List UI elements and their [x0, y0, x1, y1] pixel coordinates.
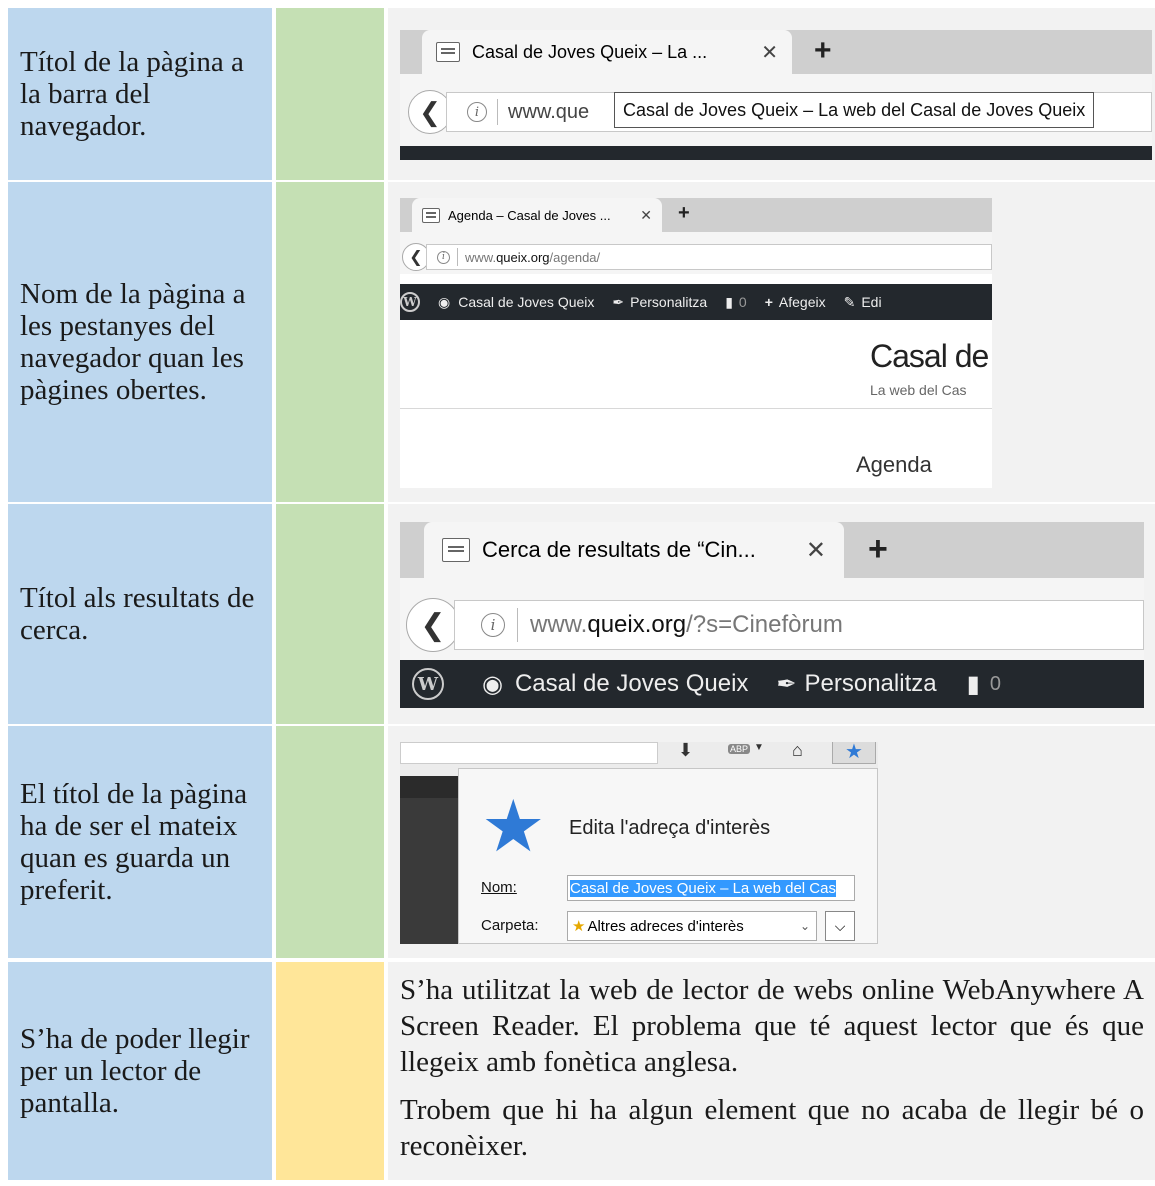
- info-icon: i: [481, 613, 505, 637]
- name-input[interactable]: Casal de Joves Queix – La web del Cas: [567, 875, 855, 901]
- wordpress-icon[interactable]: W: [412, 668, 444, 700]
- row2-tab-title: Agenda – Casal de Joves ...: [448, 207, 611, 223]
- chevron-down-icon[interactable]: ▼: [754, 742, 764, 753]
- wp-comments-count[interactable]: 0: [739, 294, 747, 310]
- row3-label: Títol als resultats de cerca.: [20, 582, 255, 646]
- edit-bookmark-dialog: ★ Edita l'adreça d'interès Nom: Casal de…: [458, 768, 878, 944]
- toolbar-search-field[interactable]: [400, 742, 658, 764]
- back-arrow-icon[interactable]: ❮: [406, 598, 460, 652]
- name-label: Nom:: [481, 879, 517, 896]
- dashboard-icon: ◉: [482, 670, 503, 698]
- wp-site-name[interactable]: Casal de Joves Queix: [515, 670, 748, 698]
- header-divider: [400, 408, 992, 409]
- row2-tab[interactable]: Agenda – Casal de Joves ... ✕: [412, 198, 662, 232]
- adblock-icon[interactable]: ABP: [728, 744, 751, 754]
- close-tab-icon[interactable]: ✕: [806, 536, 826, 565]
- new-tab-icon[interactable]: +: [678, 202, 690, 225]
- tooltip-text: Casal de Joves Queix – La web del Casal …: [623, 99, 1086, 120]
- row2-wp-admin-bar: W ◉ Casal de Joves Queix ✒ Personalitza …: [400, 284, 992, 320]
- info-icon: i: [437, 250, 450, 264]
- row5-paragraph-1: S’ha utilitzat la web de lector de webs …: [400, 974, 1144, 1078]
- new-tab-icon[interactable]: +: [814, 34, 832, 68]
- new-tab-icon[interactable]: +: [868, 530, 888, 569]
- row4-label: El títol de la pàgina ha de ser el matei…: [20, 778, 248, 906]
- row3-browser-screenshot: Cerca de resultats de “Cin... ✕ + ❮ i ww…: [400, 522, 1144, 708]
- row2-label-cell: Nom de la pàgina a les pestanyes del nav…: [8, 182, 272, 502]
- row1-status-cell: [276, 8, 384, 180]
- page-heading: Agenda: [856, 452, 932, 477]
- row1-title-tooltip: Casal de Joves Queix – La web del Casal …: [614, 92, 1095, 128]
- row1-label-cell: Títol de la pàgina a la barra del navega…: [8, 8, 272, 180]
- download-arrow-icon[interactable]: ⬇: [678, 742, 693, 761]
- wp-customize[interactable]: Personalitza: [630, 294, 707, 310]
- wp-site-name[interactable]: Casal de Joves Queix: [458, 294, 594, 310]
- site-favicon-icon: [442, 538, 470, 562]
- row3-url-field[interactable]: i www. queix.org/?s=Cinefòrum: [454, 600, 1144, 650]
- site-title[interactable]: Casal de Jo: [870, 338, 992, 375]
- row4-bookmark-screenshot: ⬇ ABP ▼ ⌂ ★ ★ Edita l'adreça d'interès N…: [400, 742, 878, 944]
- home-icon[interactable]: ⌂: [792, 742, 803, 761]
- row1-browser-screenshot: Casal de Joves Queix – La ... ✕ + ❮ i ww…: [400, 30, 1152, 160]
- row5-status-cell: [276, 962, 384, 1180]
- row3-wp-admin-bar: W ◉ Casal de Joves Queix ✒ Personalitza …: [400, 660, 1144, 708]
- row3-label-cell: Títol als resultats de cerca.: [8, 504, 272, 724]
- expand-folders-button[interactable]: ⌵: [825, 911, 855, 941]
- comment-icon: ▮: [966, 670, 980, 698]
- url-path: /agenda/: [549, 249, 601, 265]
- folder-label: Carpeta:: [481, 917, 539, 934]
- row2-status-cell: [276, 182, 384, 502]
- row3-tab[interactable]: Cerca de resultats de “Cin... ✕: [424, 522, 844, 578]
- site-favicon-icon: [436, 42, 460, 62]
- row5-description: S’ha utilitzat la web de lector de webs …: [400, 972, 1144, 1176]
- brush-icon: ✒: [776, 670, 797, 698]
- url-domain: queix.org: [496, 249, 550, 265]
- url-prefix: www.: [465, 249, 497, 265]
- url-prefix: www.: [530, 611, 588, 638]
- row1-tab[interactable]: Casal de Joves Queix – La ... ✕: [422, 30, 792, 74]
- url-domain: queix.org: [587, 611, 687, 638]
- dashboard-icon: ◉: [438, 293, 451, 310]
- pencil-icon: ✎: [843, 293, 856, 310]
- row5-paragraph-2: Trobem que hi ha algun element que no ac…: [400, 1094, 1144, 1162]
- url-path: /?s=Cinefòrum: [686, 611, 843, 638]
- close-tab-icon[interactable]: ✕: [640, 207, 652, 224]
- comment-icon: ▮: [725, 293, 733, 310]
- wp-customize[interactable]: Personalitza: [805, 670, 937, 698]
- star-icon[interactable]: ★: [832, 742, 876, 764]
- chevron-down-icon: ⌄: [799, 919, 810, 933]
- row1-label: Títol de la pàgina a la barra del navega…: [20, 46, 244, 142]
- row5-label-cell: S’ha de poder llegir per un lector de pa…: [8, 962, 272, 1180]
- folder-select-value: Altres adreces d'interès: [587, 917, 744, 935]
- add-icon: +: [764, 294, 773, 310]
- wp-add-new[interactable]: Afegeix: [779, 294, 826, 310]
- wp-comments-count[interactable]: 0: [990, 673, 1001, 696]
- row4-label-cell: El títol de la pàgina ha de ser el matei…: [8, 726, 272, 958]
- row2-url-field[interactable]: i www. queix.org/agenda/: [426, 244, 992, 270]
- row3-status-cell: [276, 504, 384, 724]
- row2-label: Nom de la pàgina a les pestanyes del nav…: [20, 278, 246, 406]
- wordpress-icon[interactable]: W: [400, 292, 420, 312]
- row4-status-cell: [276, 726, 384, 958]
- row2-browser-screenshot: Agenda – Casal de Joves ... ✕ + ❮ i www.…: [400, 198, 992, 488]
- wp-edit[interactable]: Edi: [861, 294, 881, 310]
- site-tagline: La web del Cas: [870, 382, 967, 398]
- folder-select[interactable]: ★ Altres adreces d'interès ⌄: [567, 911, 817, 941]
- row1-tab-title: Casal de Joves Queix – La ...: [472, 41, 708, 62]
- dialog-title: Edita l'adreça d'interès: [569, 817, 771, 839]
- row1-url-text: www.que: [508, 100, 590, 123]
- row5-label: S’ha de poder llegir per un lector de pa…: [20, 1023, 250, 1119]
- site-favicon-icon: [422, 207, 440, 223]
- folder-icon: ★: [572, 918, 586, 935]
- row3-tab-title: Cerca de resultats de “Cin...: [482, 537, 756, 562]
- bookmark-star-icon: ★: [481, 787, 546, 867]
- info-icon: i: [467, 102, 487, 122]
- name-input-value: Casal de Joves Queix – La web del Cas: [570, 879, 836, 897]
- brush-icon: ✒: [612, 293, 625, 310]
- close-tab-icon[interactable]: ✕: [761, 40, 778, 65]
